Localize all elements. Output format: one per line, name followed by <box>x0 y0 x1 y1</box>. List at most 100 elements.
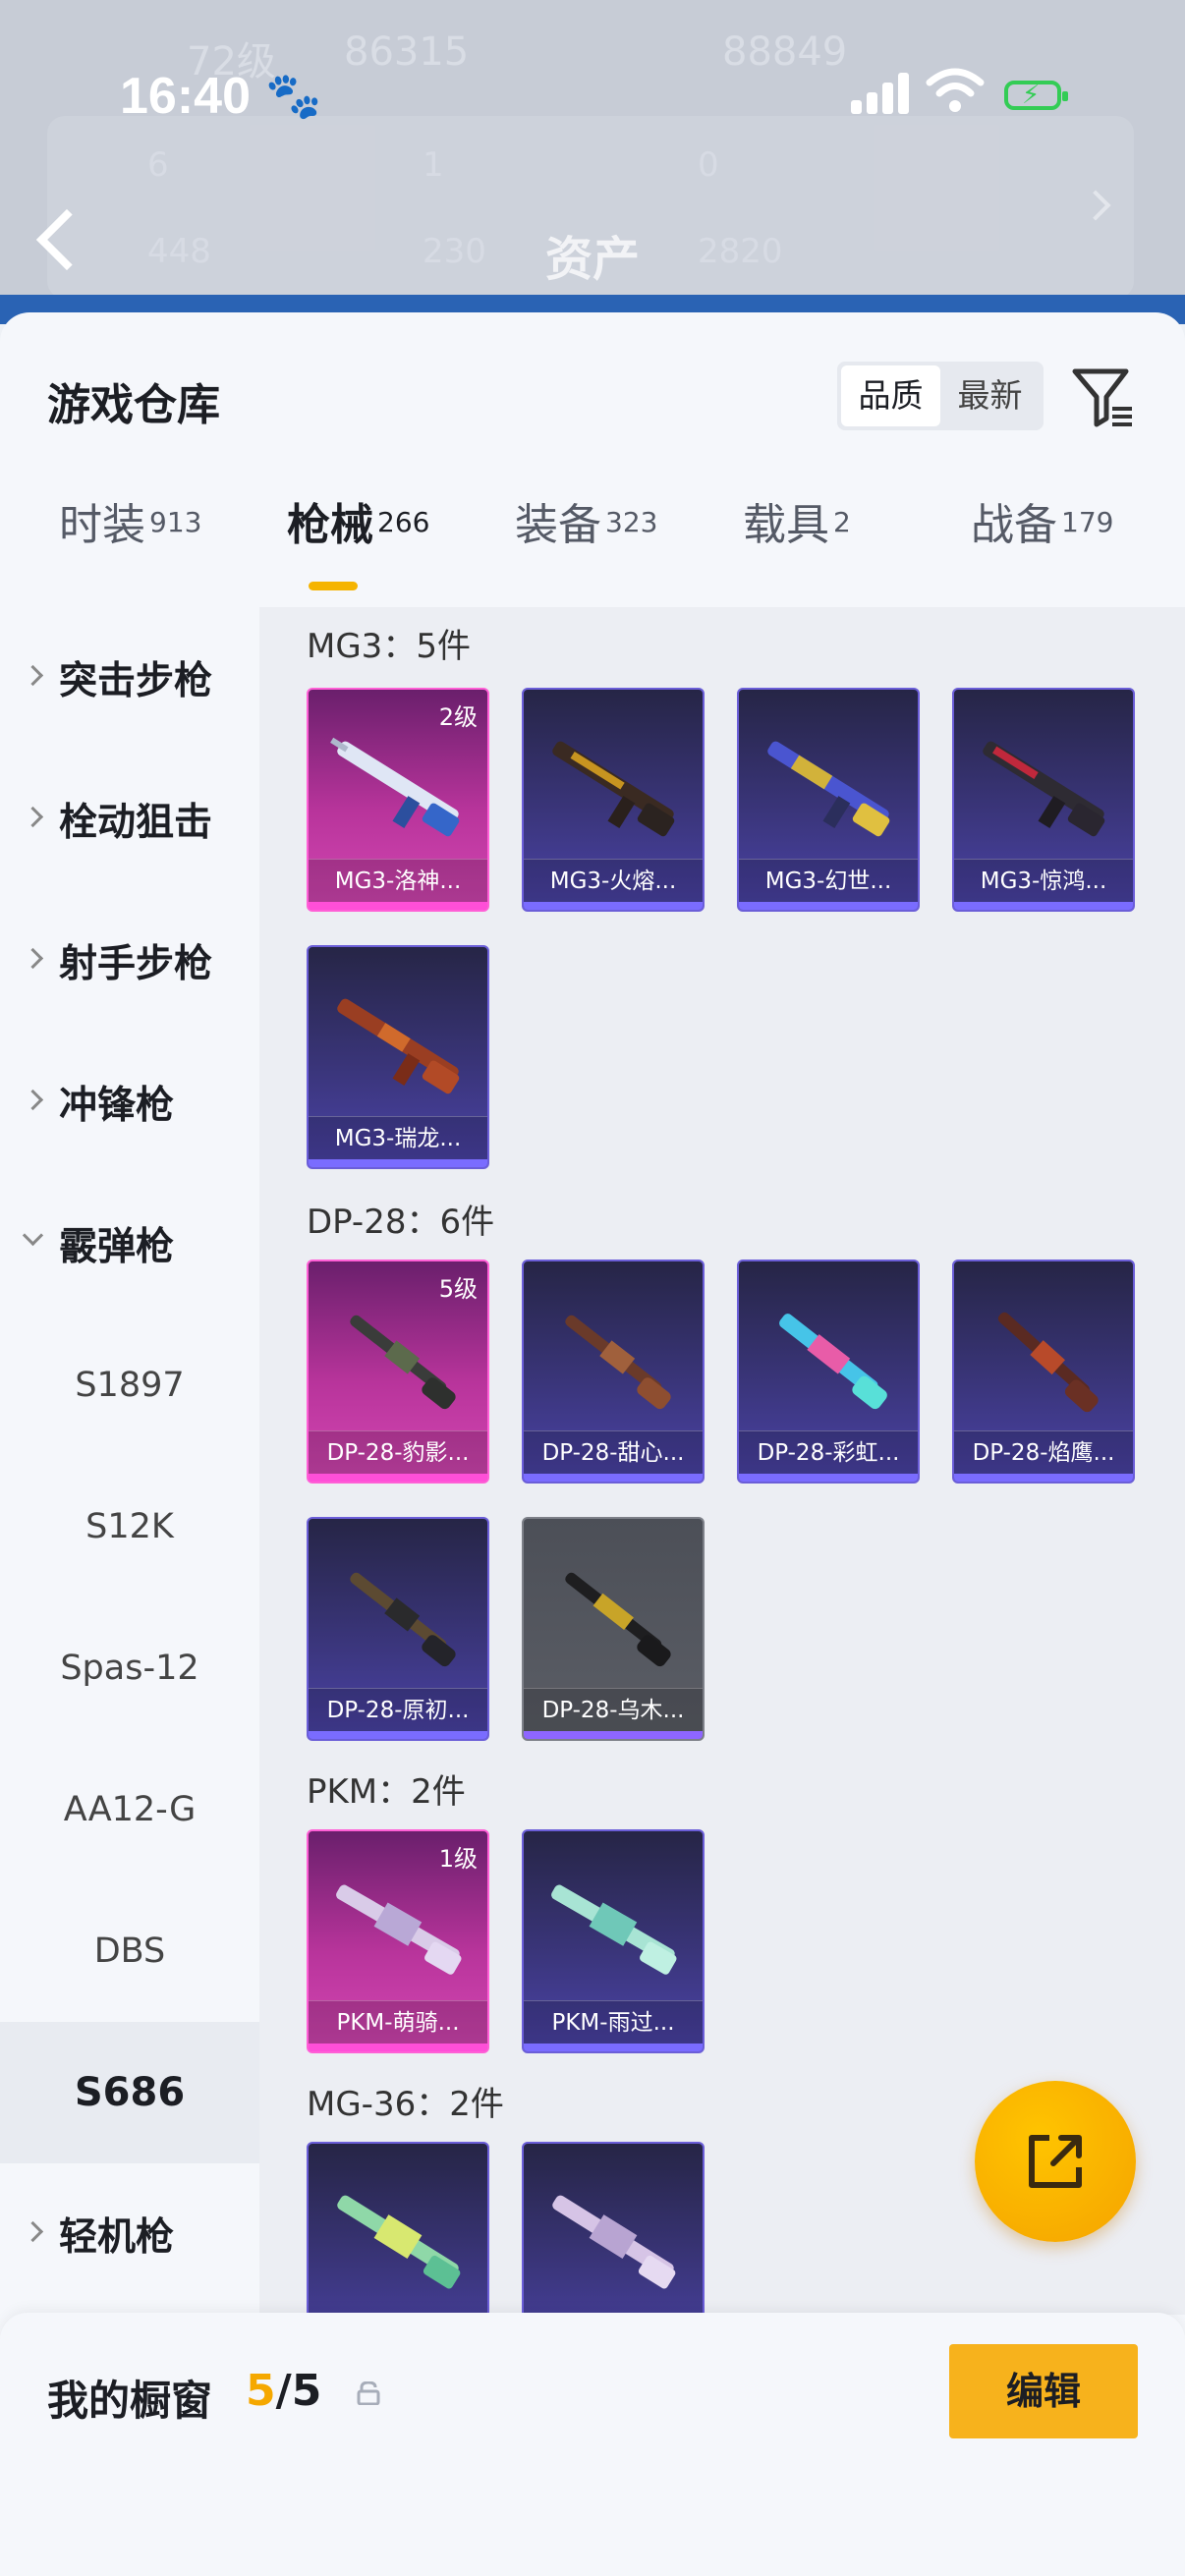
weapon-category-sidebar: 突击步枪 栓动狙击 射手步枪 冲锋枪 霰弹枪 S1897 S12K Spas-1… <box>0 607 259 2297</box>
sidebar-sub-s12k[interactable]: S12K <box>0 1456 259 1597</box>
tab-fashion[interactable]: 时装 913 <box>59 489 201 578</box>
sidebar-item-smg[interactable]: 冲锋枪 <box>0 1032 259 1173</box>
item-card[interactable]: MG3-幻世... <box>737 688 920 912</box>
item-name: MG3-火熔... <box>524 859 703 902</box>
sort-quality-button[interactable]: 品质 <box>841 365 940 426</box>
sidebar-item-marksman-rifle[interactable]: 射手步枪 <box>0 890 259 1032</box>
item-name: PKM-萌骑... <box>309 2000 487 2044</box>
chevron-right-icon <box>22 1089 44 1111</box>
rarity-bar <box>309 1159 487 1167</box>
sidebar-item-shotgun[interactable]: 霰弹枪 <box>0 1173 259 1315</box>
gun-icon <box>330 737 460 837</box>
item-name: MG3-幻世... <box>739 859 918 902</box>
sidebar-item-lmg[interactable]: 轻机枪 <box>0 2163 259 2305</box>
rarity-bar <box>954 902 1133 910</box>
bg-score2-text: 88849 <box>722 29 848 75</box>
showcase-total: /5 <box>275 2366 322 2416</box>
item-name: DP-28-彩虹... <box>739 1430 918 1474</box>
item-card[interactable]: DP-28-原初... <box>307 1517 489 1741</box>
item-card[interactable]: MG3-惊鸿... <box>952 688 1135 912</box>
tab-label: 载具 <box>743 500 829 550</box>
sheet-title: 游戏仓库 <box>47 380 220 430</box>
gun-icon <box>350 1572 456 1667</box>
sidebar-item-label: 射手步枪 <box>59 942 213 986</box>
gun-icon <box>552 741 675 837</box>
item-card[interactable]: 2级 MG3-洛神... <box>307 688 489 912</box>
item-name: DP-28-甜心... <box>524 1430 703 1474</box>
warehouse-sheet: 游戏仓库 品质 最新 时装 913 枪械 266 装备 323 载具 2 战备 179 突… <box>0 312 1185 2576</box>
item-card[interactable]: DP-28-彩虹... <box>737 1260 920 1484</box>
item-card[interactable] <box>522 2142 705 2315</box>
tab-label: 枪械 <box>287 500 373 550</box>
sidebar-item-label: 冲锋枪 <box>59 1084 175 1128</box>
rarity-bar <box>524 2044 703 2051</box>
category-tabs: 时装 913 枪械 266 装备 323 载具 2 战备 179 <box>0 489 1185 597</box>
gun-icon <box>565 1315 671 1410</box>
chevron-right-icon <box>22 664 44 687</box>
sidebar-sub-spas12[interactable]: Spas-12 <box>0 1597 259 1739</box>
sidebar-item-assault-rifle[interactable]: 突击步枪 <box>0 607 259 749</box>
background-page-header: 72级 86315 88849 6 1 0 448 230 2820 资产 16… <box>0 0 1185 324</box>
rarity-bar <box>524 1474 703 1482</box>
tab-label: 装备 <box>515 500 601 550</box>
gun-icon <box>997 1312 1099 1413</box>
sidebar-sub-aa12g[interactable]: AA12-G <box>0 1739 259 1880</box>
item-card[interactable]: MG3-瑞龙... <box>307 945 489 1169</box>
bg-stat-1: 6 <box>147 145 169 185</box>
item-card[interactable]: PKM-雨过... <box>522 1829 705 2053</box>
item-card[interactable] <box>307 2142 489 2315</box>
gun-icon <box>350 1315 456 1410</box>
lock-icon <box>357 2381 380 2405</box>
chevron-right-icon <box>22 947 44 970</box>
rarity-bar <box>309 902 487 910</box>
showcase-current: 5 <box>246 2366 276 2416</box>
gun-icon <box>552 2195 676 2289</box>
sort-newest-button[interactable]: 最新 <box>940 365 1040 426</box>
item-name: DP-28-乌木... <box>524 1688 703 1731</box>
bg-score-text: 86315 <box>344 29 470 75</box>
sidebar-item-label: 突击步枪 <box>59 659 213 703</box>
group-title-pkm: PKM：2件 <box>307 1772 466 1812</box>
tab-count: 913 <box>149 505 202 538</box>
gun-icon <box>551 1884 677 1975</box>
share-button[interactable] <box>975 2081 1136 2242</box>
tab-vehicles[interactable]: 载具 2 <box>743 489 851 578</box>
chevron-down-icon <box>22 1224 44 1247</box>
item-card[interactable]: 5级 DP-28-豹影... <box>307 1260 489 1484</box>
tab-count: 179 <box>1061 505 1114 538</box>
gun-icon <box>565 1572 671 1667</box>
tab-equipment[interactable]: 装备 323 <box>515 489 657 578</box>
sidebar-sub-s1897[interactable]: S1897 <box>0 1315 259 1456</box>
tab-label: 战备 <box>971 500 1057 550</box>
sort-toggle: 品质 最新 <box>837 362 1044 430</box>
rarity-bar <box>524 1731 703 1739</box>
item-card[interactable]: DP-28-乌木... <box>522 1517 705 1741</box>
showcase-footer: 我的橱窗 5/5 编辑 <box>0 2313 1185 2576</box>
item-card[interactable]: 1级 PKM-萌骑... <box>307 1829 489 2053</box>
filter-icon[interactable] <box>1069 362 1138 430</box>
share-icon <box>1029 2135 1082 2188</box>
bg-stat-6: 2820 <box>698 232 783 271</box>
bg-stat-5: 230 <box>423 232 486 271</box>
showcase-label: 我的橱窗 <box>47 2377 213 2425</box>
item-card[interactable]: MG3-火熔... <box>522 688 705 912</box>
tab-count: 266 <box>377 505 430 538</box>
edit-button[interactable]: 编辑 <box>949 2344 1138 2438</box>
group-title-mg36: MG-36：2件 <box>307 2085 504 2124</box>
tab-firearms[interactable]: 枪械 266 <box>287 489 429 578</box>
bg-page-title: 资产 <box>545 232 641 287</box>
group-title-dp28: DP-28：6件 <box>307 1203 495 1242</box>
rarity-bar <box>309 2044 487 2051</box>
sidebar-item-bolt-sniper[interactable]: 栓动狙击 <box>0 749 259 890</box>
sidebar-sub-dbs[interactable]: DBS <box>0 1880 259 2022</box>
status-time: 16:40 <box>120 68 251 125</box>
sidebar-sub-s686[interactable]: S686 <box>0 2022 259 2163</box>
item-card[interactable]: DP-28-甜心... <box>522 1260 705 1484</box>
item-name: DP-28-焰鹰... <box>954 1430 1133 1474</box>
sidebar-item-label: 栓动狙击 <box>59 801 213 845</box>
item-card[interactable]: DP-28-焰鹰... <box>952 1260 1135 1484</box>
tab-supplies[interactable]: 战备 179 <box>971 489 1113 578</box>
showcase-count: 5/5 <box>246 2366 321 2416</box>
gun-icon <box>336 1884 462 1975</box>
battery-icon: ⚡ <box>1004 81 1068 110</box>
